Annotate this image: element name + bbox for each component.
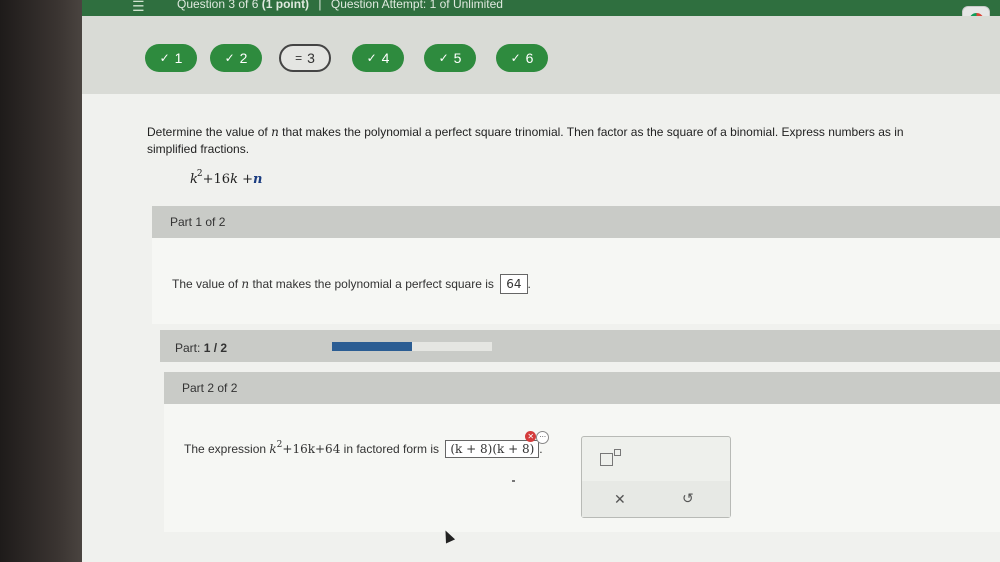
check-icon: ✓ [159,51,170,65]
tool-actions: ✕ ↺ [582,481,730,517]
check-icon: ✓ [438,51,449,65]
progress-row: Part: 1 / 2 [160,330,1000,362]
question-content: Determine the value of n that makes the … [82,94,1000,562]
part2-header: Part 2 of 2 [164,372,1000,404]
separator: | [318,0,322,11]
equals-icon: = [295,51,303,65]
check-icon: ✓ [510,51,521,65]
math-tool-panel: ✕ ↺ [581,436,731,518]
question-prompt: Determine the value of n that makes the … [147,125,904,156]
progress-bar [332,342,492,351]
progress-label: Part: 1 / 2 [175,341,228,355]
exponent-template-icon[interactable] [600,449,621,466]
screen-mark [512,480,515,482]
question-label: Question 3 of 6 [177,0,259,11]
undo-icon[interactable]: ↺ [682,490,694,507]
error-icon: ✕ [525,431,537,442]
progress-fill [332,342,412,351]
part1-header: Part 1 of 2 [152,206,1000,238]
question-button-3[interactable]: = 3 [279,44,331,72]
prompt-variable: n [271,125,279,139]
question-nav: ✓ 1 ✓ 2 = 3 ✓ 4 ✓ 5 ✓ 6 [82,16,1000,94]
part2-answer-box[interactable]: (k + 8)(k + 8) ✕ ··· [445,431,550,458]
attempt-info: Question Attempt: 1 of Unlimited [330,0,503,11]
check-icon: ✓ [366,51,377,65]
question-info: Question 3 of 6 (1 point) | Question Att… [177,0,503,11]
menu-icon[interactable]: ☰ [132,0,145,15]
check-icon: ✓ [224,51,235,65]
question-points: (1 point) [261,0,310,11]
question-button-4[interactable]: ✓ 4 [352,44,404,72]
monitor-bezel [0,0,82,562]
polynomial: k2+16k +n [190,169,263,187]
part1-answer-box[interactable]: 64 [500,274,528,294]
question-button-2[interactable]: ✓ 2 [210,44,262,72]
question-button-1[interactable]: ✓ 1 [145,44,197,72]
clear-icon[interactable]: ✕ [614,491,626,508]
question-button-6[interactable]: ✓ 6 [496,44,548,72]
top-bar: ☰ Question 3 of 6 (1 point) | Question A… [82,0,1000,16]
expression: k2+16k+64 [269,440,341,456]
question-button-5[interactable]: ✓ 5 [424,44,476,72]
part1-answer-line: The value of n that makes the polynomial… [172,274,531,294]
part2-answer-line: The expression k2+16k+64 in factored for… [184,431,550,458]
